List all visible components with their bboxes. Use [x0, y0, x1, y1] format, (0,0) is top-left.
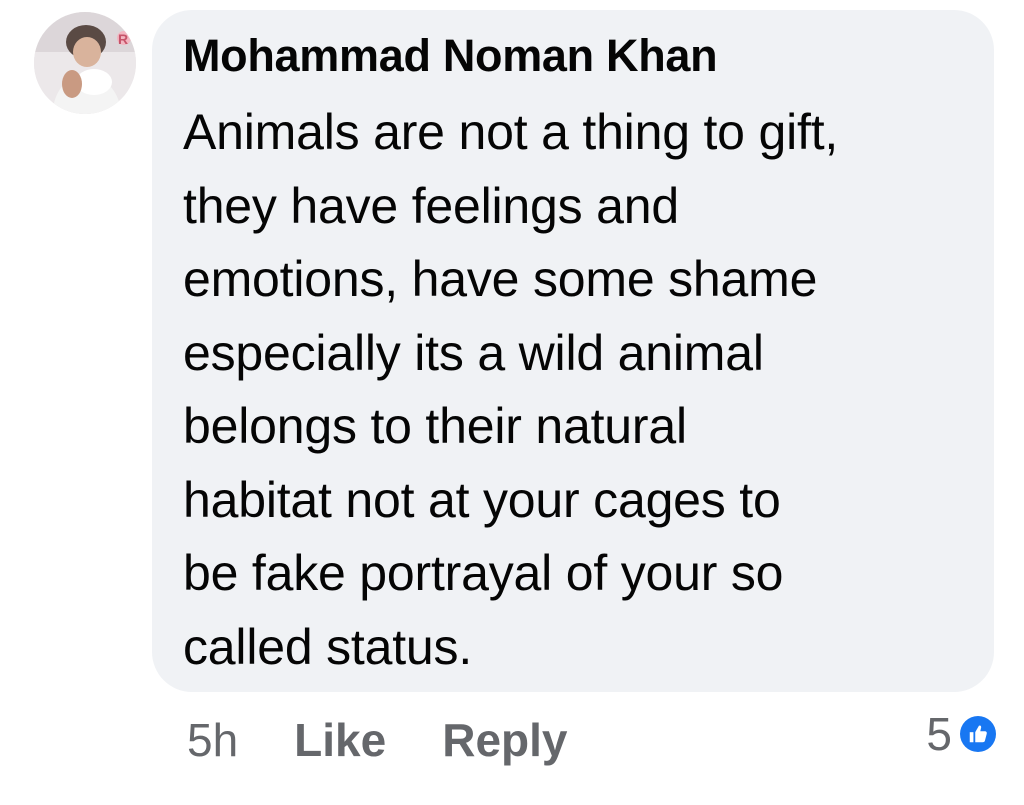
avatar-photo: R	[34, 12, 136, 114]
reaction-count: 5	[926, 708, 952, 760]
comment: R Mohammad Noman Khan Animals are not a …	[0, 0, 1024, 805]
avatar[interactable]: R	[34, 12, 136, 114]
like-button[interactable]: Like	[294, 713, 386, 767]
comment-actions: 5h Like Reply	[187, 710, 623, 770]
reply-button[interactable]: Reply	[442, 713, 567, 767]
comment-timestamp[interactable]: 5h	[187, 713, 238, 767]
comment-text: Animals are not a thing to gift, they ha…	[183, 104, 839, 675]
svg-text:R: R	[118, 31, 128, 47]
reaction-summary[interactable]: 5	[926, 704, 996, 764]
comment-author[interactable]: Mohammad Noman Khan	[183, 30, 718, 82]
like-thumbs-up-icon	[960, 716, 996, 752]
